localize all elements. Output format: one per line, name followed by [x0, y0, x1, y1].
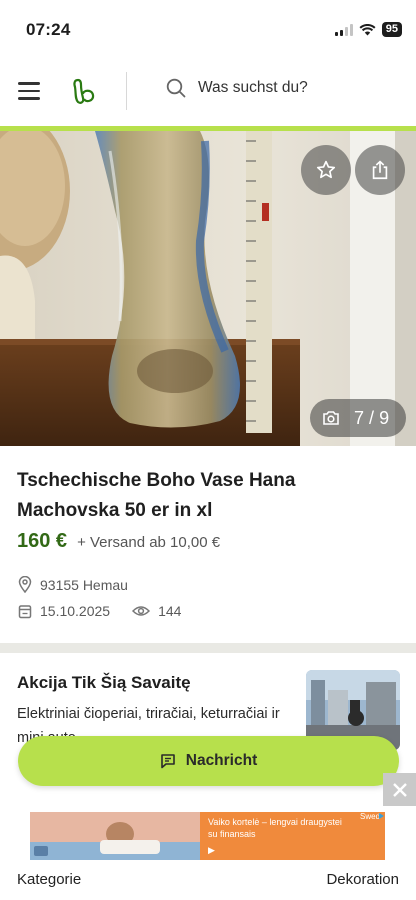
wifi-icon — [359, 23, 376, 35]
calendar-icon — [18, 604, 32, 618]
kleinanzeigen-logo-icon[interactable] — [72, 77, 96, 105]
listing-price: 160 € — [17, 530, 68, 552]
banner-brand: Swed — [360, 812, 381, 821]
location-text: 93155 Hemau — [40, 576, 128, 593]
app-header: Was suchst du? — [0, 60, 416, 124]
message-button-label: Nachricht — [185, 752, 258, 769]
eye-icon — [132, 606, 151, 616]
category-label: Kategorie — [17, 871, 82, 888]
header-divider — [126, 72, 127, 110]
status-time: 07:24 — [26, 20, 71, 39]
date-text: 15.10.2025 — [40, 603, 111, 619]
hamburger-icon[interactable] — [18, 82, 40, 100]
adchoices-icon[interactable] — [378, 812, 385, 820]
listing-image[interactable]: 7 / 9 — [0, 131, 416, 446]
close-icon — [392, 782, 407, 797]
banner-arrow: ▶ — [208, 845, 215, 855]
location-pin-icon — [18, 576, 32, 593]
counter-current: 7 — [354, 407, 365, 428]
location-row[interactable]: 93155 Hemau — [18, 576, 128, 593]
search-icon — [166, 78, 186, 98]
share-icon — [372, 160, 388, 180]
category-value[interactable]: Dekoration — [326, 871, 399, 888]
price-row: 160 € + Versand ab 10,00 € — [17, 530, 220, 553]
message-button[interactable]: Nachricht — [18, 736, 399, 786]
search-bar[interactable]: Was suchst du? — [166, 78, 308, 98]
ad-title[interactable]: Akcija Tik Šią Savaitę — [17, 673, 191, 693]
section-separator — [0, 643, 416, 653]
search-input[interactable]: Was suchst du? — [198, 79, 308, 97]
views-text: 144 — [158, 603, 182, 619]
status-bar: 07:24 95 — [0, 0, 416, 56]
signal-icon — [334, 23, 353, 36]
banner-text: Vaiko kortelė – lengvai draugystei su fi… — [208, 817, 342, 839]
favorite-button[interactable] — [301, 145, 351, 195]
banner-close-button[interactable] — [383, 773, 416, 806]
image-counter: 7 / 9 — [310, 399, 406, 437]
banner-image — [30, 812, 200, 860]
status-icons: 95 — [334, 22, 402, 37]
date-row: 15.10.2025 144 — [18, 603, 181, 619]
counter-text: 7 / 9 — [354, 408, 389, 429]
listing-title: Tschechische Boho Vase Hana Machovska 50… — [17, 470, 296, 521]
share-button[interactable] — [355, 145, 405, 195]
views-counter: 144 — [132, 603, 181, 619]
chat-icon — [160, 754, 175, 769]
shipping-info: + Versand ab 10,00 € — [77, 534, 221, 551]
banner-ad[interactable]: Vaiko kortelė – lengvai draugystei su fi… — [30, 812, 385, 860]
counter-total: 9 — [379, 407, 390, 428]
star-icon — [316, 160, 336, 179]
counter-separator: / — [369, 407, 375, 428]
category-breadcrumb: Kategorie Dekoration — [0, 870, 416, 890]
battery-indicator: 95 — [381, 22, 402, 37]
camera-icon — [323, 411, 339, 425]
